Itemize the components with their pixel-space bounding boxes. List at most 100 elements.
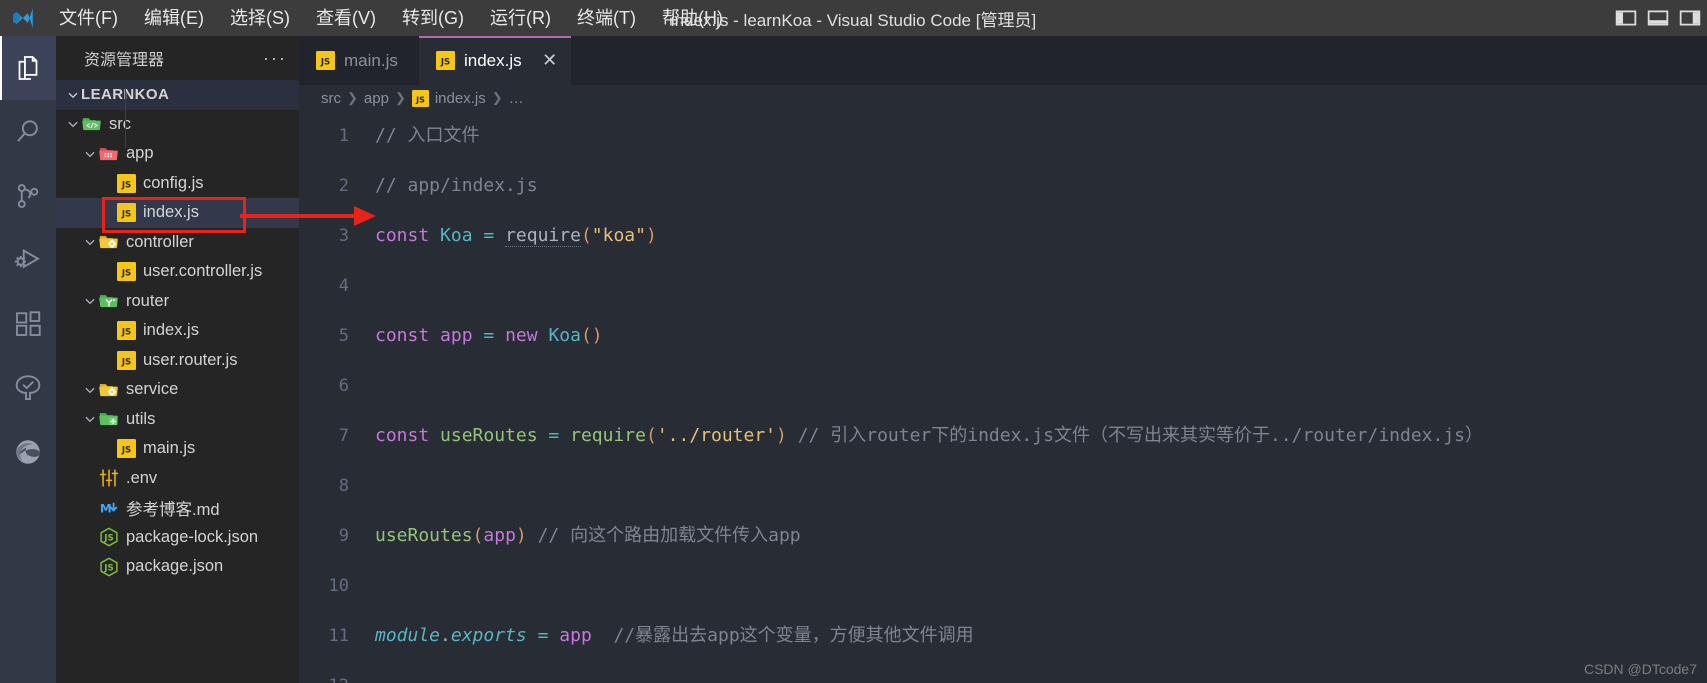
- chevron-right-icon: ❯: [394, 90, 406, 105]
- tree-item-label: index.js: [143, 321, 199, 340]
- code-token: =: [483, 225, 495, 246]
- markdown-icon: M: [98, 497, 120, 519]
- watermark: CSDN @DTcode7: [1583, 661, 1697, 677]
- activity-item-source-control[interactable]: [0, 164, 56, 228]
- tree-item-label: package.json: [126, 557, 224, 576]
- tree-file-index.js[interactable]: JS index.js: [56, 316, 299, 346]
- svg-text:JS: JS: [120, 210, 130, 220]
- tree-file-user.controller.js[interactable]: JS user.controller.js: [56, 257, 299, 287]
- code-line[interactable]: [375, 261, 1707, 311]
- chevron-down-icon[interactable]: [81, 293, 98, 310]
- tree-folder-app[interactable]: app: [56, 139, 299, 169]
- tree-file-.md[interactable]: M 参考博客.md: [56, 493, 299, 523]
- panel-right-icon[interactable]: [1679, 9, 1701, 27]
- code-token: module: [375, 625, 441, 646]
- tree-file-config.js[interactable]: JS config.js: [56, 169, 299, 199]
- tree-file-user.router.js[interactable]: JS user.router.js: [56, 346, 299, 376]
- menu-terminal[interactable]: 终端(T): [564, 0, 649, 36]
- line-number: 9: [338, 526, 349, 546]
- code-line[interactable]: module.exports = app //暴露出去app这个变量，方便其他文…: [375, 611, 1707, 661]
- tree-file-package-lock.json[interactable]: JS package-lock.json: [56, 523, 299, 553]
- svg-text:JS: JS: [415, 95, 425, 104]
- js-file-icon: JS: [411, 89, 429, 107]
- code-token: =: [537, 625, 549, 646]
- activity-item-testing[interactable]: [0, 356, 56, 420]
- js-file-icon: JS: [115, 173, 137, 193]
- code-content[interactable]: // 入口文件 // app/index.js const Koa = requir…: [361, 111, 1707, 683]
- chevron-down-icon[interactable]: [81, 411, 98, 428]
- tab-main-js[interactable]: JS main.js: [299, 36, 419, 85]
- code-line[interactable]: const useRoutes = require('../router') /…: [375, 411, 1707, 461]
- sidebar-more-actions-button[interactable]: ···: [263, 48, 287, 69]
- chevron-down-icon[interactable]: [81, 234, 98, 251]
- activity-item-search[interactable]: [0, 100, 56, 164]
- code-token: // app/index.js: [375, 175, 538, 196]
- code-token: exports: [450, 625, 527, 646]
- svg-text:JS: JS: [103, 563, 114, 573]
- menu-file[interactable]: 文件(F): [46, 0, 131, 36]
- tree-item-label: utils: [126, 409, 156, 428]
- panel-left-icon[interactable]: [1615, 9, 1637, 27]
- tree-file-main.js[interactable]: JS main.js: [56, 434, 299, 464]
- tree-file-.env[interactable]: .env: [56, 464, 299, 494]
- activity-item-extensions[interactable]: [0, 292, 56, 356]
- code-token: (: [472, 525, 484, 546]
- panel-bottom-icon[interactable]: [1647, 9, 1669, 27]
- code-editor[interactable]: 1234567891011121314 // 入口文件 // app/index.…: [299, 111, 1707, 683]
- tree-folder-controller[interactable]: controller: [56, 228, 299, 258]
- code-line[interactable]: // app/index.js: [375, 161, 1707, 211]
- line-number: 11: [328, 626, 349, 646]
- menu-edit[interactable]: 编辑(E): [131, 0, 217, 36]
- tree-folder-src[interactable]: src: [56, 110, 299, 140]
- breadcrumb-item-src[interactable]: src: [321, 90, 341, 107]
- tree-file-package.json[interactable]: JS package.json: [56, 552, 299, 582]
- file-tree: LEARNKOA src app JS config.js JS index.js cont…: [56, 80, 299, 683]
- tree-folder-utils[interactable]: utils: [56, 405, 299, 435]
- code-token: const: [375, 425, 430, 446]
- code-line[interactable]: // 入口文件: [375, 111, 1707, 161]
- tree-item-label: app: [126, 144, 154, 163]
- folder-router-icon: [98, 290, 120, 312]
- code-line[interactable]: const Koa = require("koa"): [375, 211, 1707, 261]
- tree-root-learnkoa[interactable]: LEARNKOA: [56, 80, 299, 110]
- chevron-down-icon[interactable]: [64, 116, 81, 133]
- chevron-down-icon[interactable]: [81, 381, 98, 398]
- menu-go[interactable]: 转到(G): [389, 0, 477, 36]
- code-token: =: [483, 325, 495, 346]
- code-line[interactable]: [375, 461, 1707, 511]
- close-icon[interactable]: ✕: [537, 48, 563, 74]
- menu-view[interactable]: 查看(V): [303, 0, 389, 36]
- activity-item-explorer[interactable]: [0, 36, 56, 100]
- breadcrumb-item-index-js[interactable]: JS index.js: [411, 89, 486, 107]
- menu-selection[interactable]: 选择(S): [217, 0, 303, 36]
- code-line[interactable]: useRoutes(app) // 向这个路由加载文件传入app: [375, 511, 1707, 561]
- activity-item-edge-browser[interactable]: [0, 420, 56, 484]
- activity-item-run-debug[interactable]: [0, 228, 56, 292]
- menu-run[interactable]: 运行(R): [477, 0, 564, 36]
- tree-folder-router[interactable]: router: [56, 287, 299, 317]
- code-line[interactable]: const app = new Koa(): [375, 311, 1707, 361]
- tree-file-index.js[interactable]: JS index.js: [56, 198, 299, 228]
- breadcrumb-item-symbols[interactable]: …: [509, 90, 524, 107]
- code-token: // 引入router下的index.js文件（不写出来其实等价于../rout…: [797, 425, 1484, 446]
- tree-folder-service[interactable]: service: [56, 375, 299, 405]
- vscode-window: 文件(F) 编辑(E) 选择(S) 查看(V) 转到(G) 运行(R) 终端(T…: [0, 0, 1707, 683]
- chevron-down-icon[interactable]: [81, 145, 98, 162]
- menu-help[interactable]: 帮助(H): [649, 0, 736, 36]
- menu-bar: 文件(F) 编辑(E) 选择(S) 查看(V) 转到(G) 运行(R) 终端(T…: [46, 0, 736, 36]
- code-line[interactable]: [375, 361, 1707, 411]
- tab-index-js[interactable]: JS index.js ✕: [419, 36, 571, 85]
- code-line[interactable]: [375, 561, 1707, 611]
- chevron-right-icon: ❯: [491, 90, 503, 105]
- code-line[interactable]: [375, 661, 1707, 683]
- js-file-icon: JS: [115, 439, 137, 459]
- breadcrumb-item-app[interactable]: app: [364, 90, 389, 107]
- tree-item-label: src: [109, 114, 131, 133]
- line-number-gutter: 1234567891011121314: [299, 111, 361, 683]
- code-token: const: [375, 325, 430, 346]
